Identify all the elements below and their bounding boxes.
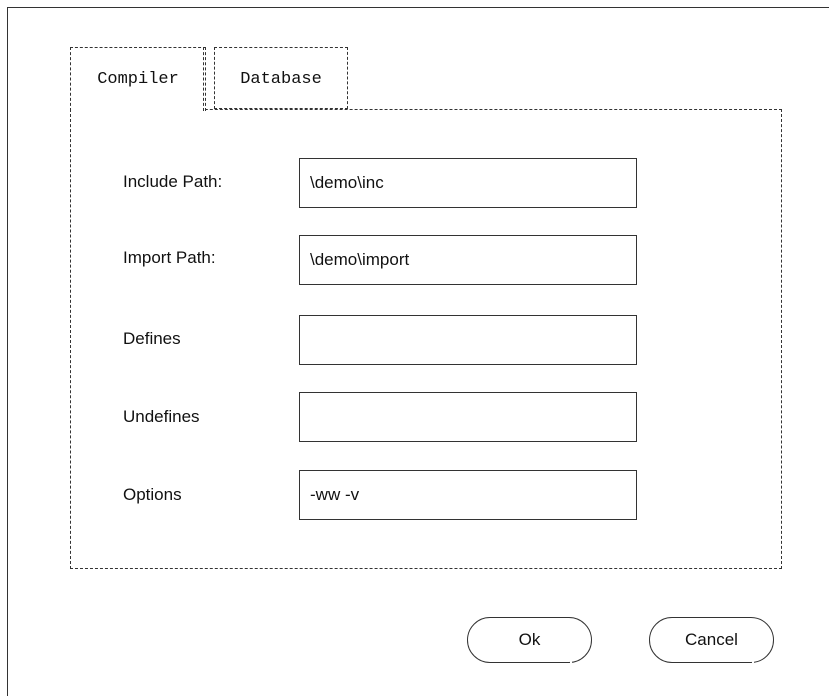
ok-button[interactable]: Ok [467,617,592,663]
defines-label: Defines [123,329,181,348]
tab-database-label: Database [240,70,322,89]
ok-button-label: Ok [518,630,541,649]
tab-database[interactable]: Database [214,47,348,109]
include-path-input[interactable] [299,158,637,208]
cancel-button-label: Cancel [685,630,738,649]
cancel-button-notch [752,660,754,666]
import-path-input[interactable] [299,235,637,285]
ok-button-notch [570,660,572,666]
defines-input[interactable] [299,315,637,365]
options-input[interactable] [299,470,637,520]
options-label: Options [123,485,182,504]
tab-separator [203,47,204,111]
import-path-label: Import Path: [123,248,216,267]
cancel-button[interactable]: Cancel [649,617,774,663]
include-path-label: Include Path: [123,172,223,191]
undefines-label: Undefines [123,407,200,426]
undefines-input[interactable] [299,392,637,442]
tab-compiler-label: Compiler [97,70,179,89]
tab-compiler[interactable]: Compiler [70,47,206,111]
